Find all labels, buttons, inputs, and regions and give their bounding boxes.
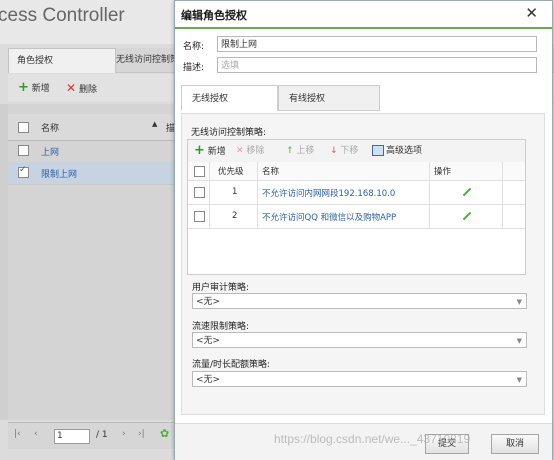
delete-button[interactable]: ✕ 删除 (66, 80, 97, 96)
policy-section-label: 无线访问控制策略: (191, 128, 267, 138)
delete-icon: ✕ (66, 81, 77, 95)
first-page-icon[interactable]: |‹ (14, 429, 21, 439)
remove-icon: ✕ (236, 146, 244, 156)
speed-policy-label: 流速限制策略: (192, 322, 250, 332)
row-checkbox[interactable] (194, 211, 205, 222)
app-title: cess Controller (0, 5, 125, 26)
last-page-icon[interactable]: ›| (138, 429, 145, 439)
quota-policy-label: 流量/时长配额策略: (192, 360, 271, 370)
tab-wireless[interactable]: 无线授权 (181, 85, 278, 111)
quota-policy-select[interactable]: <无> ▼ (192, 371, 527, 387)
row-checkbox[interactable] (194, 187, 205, 198)
chevron-down-icon: ▼ (516, 337, 522, 345)
select-all-checkbox[interactable] (194, 166, 205, 177)
policy-remove-button[interactable]: ✕ 移除 (236, 144, 264, 158)
policy-row[interactable]: 1 不允许访问内网网段192.168.10.0 (188, 181, 525, 205)
row-name-link[interactable]: 上网 (41, 145, 59, 158)
row-checkbox[interactable] (18, 145, 29, 156)
policy-name[interactable]: 不允许访问QQ 和微信以及购物APP (262, 211, 396, 223)
row-name-link[interactable]: 限制上网 (41, 167, 77, 180)
row-checkbox[interactable] (18, 165, 29, 178)
audit-policy-label: 用户审计策略: (192, 283, 250, 293)
watermark: https://blog.csdn.net/we..._43710819 (274, 432, 471, 446)
description-label: 描述: (183, 63, 205, 73)
page-input[interactable]: 1 (54, 429, 90, 444)
edit-role-dialog: 编辑角色授权 ✕ 名称: 限制上网 描述: 选填 无线授权 有线授权 无线访问控… (174, 0, 553, 460)
pager: |‹ ‹ 1 / 1 › ›| ✿ (8, 422, 176, 449)
dialog-title: 编辑角色授权 (181, 9, 247, 22)
move-up-button[interactable]: ↑ 上移 (286, 144, 314, 158)
edit-icon[interactable] (462, 211, 472, 221)
move-down-button[interactable]: ↓ 下移 (330, 144, 358, 158)
prev-page-icon[interactable]: ‹ (34, 429, 38, 439)
page-total: / 1 (96, 430, 108, 440)
policy-row[interactable]: 2 不允许访问QQ 和微信以及购物APP (188, 205, 525, 229)
next-page-icon[interactable]: › (122, 429, 126, 439)
policy-table: + 新增 ✕ 移除 ↑ 上移 ↓ 下移 高级选项 优先级 名称 操作 1 不允许… (187, 139, 526, 275)
policy-priority: 2 (232, 211, 238, 221)
dialog-header: 编辑角色授权 ✕ (175, 1, 552, 29)
policy-priority: 1 (232, 187, 238, 197)
policy-toolbar: + 新增 ✕ 移除 ↑ 上移 ↓ 下移 高级选项 (188, 140, 525, 163)
plus-icon: + (194, 143, 205, 158)
settings-icon (372, 145, 384, 156)
advanced-options-button[interactable]: 高级选项 (372, 144, 422, 158)
tab-wired[interactable]: 有线授权 (278, 85, 380, 111)
refresh-icon[interactable]: ✿ (160, 427, 169, 440)
audit-policy-select[interactable]: <无> ▼ (192, 293, 527, 309)
name-field[interactable]: 限制上网 (217, 36, 537, 52)
close-icon[interactable]: ✕ (525, 4, 538, 22)
speed-policy-select[interactable]: <无> ▼ (192, 332, 527, 348)
column-action: 操作 (434, 167, 452, 177)
policy-add-button[interactable]: + 新增 (194, 144, 226, 159)
column-name-header[interactable]: 名称 (41, 121, 59, 134)
edit-icon[interactable] (462, 187, 472, 197)
column-priority: 优先级 (218, 167, 244, 177)
chevron-down-icon: ▼ (516, 298, 522, 306)
add-button[interactable]: + 新增 (18, 80, 50, 96)
tab-role-auth[interactable]: 角色授权 (8, 48, 116, 73)
policy-name[interactable]: 不允许访问内网网段192.168.10.0 (262, 187, 395, 199)
column-name: 名称 (262, 167, 280, 177)
select-all-checkbox[interactable] (18, 122, 29, 133)
policy-header-row: 优先级 名称 操作 (188, 162, 525, 181)
arrow-up-icon: ↑ (286, 146, 294, 156)
cancel-button[interactable]: 取消 (491, 434, 539, 454)
arrow-down-icon: ↓ (330, 146, 338, 156)
chevron-down-icon: ▼ (516, 376, 522, 384)
plus-icon: + (18, 80, 29, 95)
description-field[interactable]: 选填 (217, 57, 537, 73)
sort-icon[interactable]: ▲ (152, 120, 157, 128)
name-label: 名称: (183, 42, 205, 52)
